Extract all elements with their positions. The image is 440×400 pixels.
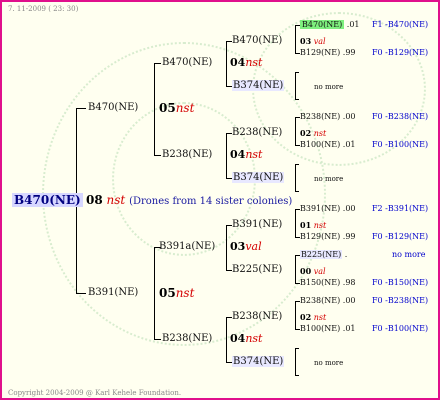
- gen4-entry[interactable]: B225(NE) .: [300, 249, 347, 261]
- gen2-name[interactable]: B238(NE): [162, 149, 212, 161]
- gen3-name[interactable]: B374(NE): [232, 356, 285, 368]
- gen4-entry[interactable]: B238(NE) .00: [300, 111, 356, 123]
- gen3-name[interactable]: B470(NE): [232, 35, 282, 47]
- gen4-reference: F0 -B238(NE): [372, 112, 429, 121]
- connector: [295, 25, 296, 54]
- gen3-name[interactable]: B238(NE): [232, 311, 282, 323]
- connector: [76, 108, 86, 109]
- connector: [154, 339, 161, 340]
- gen4-reference: F1 -B470(NE): [372, 20, 429, 29]
- gen3-name[interactable]: B238(NE): [232, 127, 282, 139]
- gen4-entry[interactable]: B100(NE) .01: [300, 139, 356, 151]
- connector: [226, 41, 227, 87]
- gen3-name[interactable]: B374(NE): [232, 80, 285, 92]
- gen4-reference: F0 -B238(NE): [372, 296, 429, 305]
- gen1-name[interactable]: B391(NE): [88, 287, 138, 299]
- gen4-entry[interactable]: B391(NE) .00: [300, 203, 356, 215]
- root-queen[interactable]: B470(NE): [12, 193, 83, 207]
- connector: [76, 293, 86, 294]
- connector: [295, 72, 296, 100]
- gen3-name[interactable]: B225(NE): [232, 264, 282, 276]
- gen2-name[interactable]: B238(NE): [162, 333, 212, 345]
- gen4-reference: F0 -B129(NE): [372, 232, 429, 241]
- gen4-reference: F0 -B100(NE): [372, 324, 429, 333]
- root-name: B470(NE): [12, 193, 83, 207]
- connector: [295, 375, 299, 376]
- gen2-name[interactable]: B470(NE): [162, 57, 212, 69]
- gen1-details: 05nst: [159, 101, 195, 115]
- gen4-entry[interactable]: B100(NE) .01: [300, 323, 356, 335]
- connector: [295, 72, 299, 73]
- connector: [295, 255, 296, 284]
- gen1-name[interactable]: B470(NE): [88, 102, 138, 114]
- connector: [295, 301, 296, 330]
- connector: [295, 209, 296, 238]
- no-more-label: no more: [314, 175, 344, 183]
- gen4-entry[interactable]: B238(NE) .00: [300, 295, 356, 307]
- connector: [295, 348, 299, 349]
- no-more-label: no more: [314, 83, 344, 91]
- connector: [295, 164, 299, 165]
- gen4-entry[interactable]: B129(NE) .99: [300, 231, 356, 243]
- connector: [154, 63, 155, 155]
- root-year: 08: [86, 193, 103, 207]
- no-more-label: no more: [314, 359, 344, 367]
- gen4-entry[interactable]: B129(NE) .99: [300, 47, 356, 59]
- connector: [154, 247, 155, 339]
- gen3-name[interactable]: B374(NE): [232, 172, 285, 184]
- date-header: 7. 11-2009 ( 23: 30): [8, 5, 79, 13]
- connector: [154, 155, 161, 156]
- gen4-reference: F0 -B129(NE): [372, 48, 429, 57]
- gen3-name[interactable]: B391(NE): [232, 219, 282, 231]
- connector: [226, 133, 227, 179]
- connector: [295, 164, 296, 192]
- connector: [295, 348, 296, 376]
- root-mate: nst: [106, 193, 126, 207]
- gen4-entry[interactable]: B150(NE) .98: [300, 277, 356, 289]
- gen2-details: 04nst: [230, 148, 263, 161]
- connector: [295, 99, 299, 100]
- root-note: (Drones from 14 sister colonies): [129, 196, 293, 207]
- root-details: 08 nst (Drones from 14 sister colonies): [86, 193, 292, 209]
- connector: [226, 317, 227, 363]
- gen4-reference: F0 -B100(NE): [372, 140, 429, 149]
- connector: [295, 117, 296, 146]
- gen2-details: 04nst: [230, 56, 263, 69]
- gen2-details: 03val: [230, 240, 262, 253]
- gen2-name[interactable]: B391a(NE): [159, 241, 215, 253]
- gen4-reference: no more: [392, 250, 426, 259]
- gen4-reference: F0 -B150(NE): [372, 278, 429, 287]
- gen2-details: 04nst: [230, 332, 263, 345]
- gen1-details: 05nst: [159, 286, 195, 300]
- connector: [154, 63, 161, 64]
- connector: [226, 225, 227, 271]
- gen4-entry[interactable]: B470(NE) .01: [300, 19, 360, 31]
- copyright-footer: Copyright 2004-2009 @ Karl Kehele Founda…: [8, 389, 182, 397]
- connector: [295, 191, 299, 192]
- gen4-reference: F2 -B391(NE): [372, 204, 429, 213]
- pedigree-frame: 7. 11-2009 ( 23: 30) Copyright 2004-2009…: [0, 0, 440, 400]
